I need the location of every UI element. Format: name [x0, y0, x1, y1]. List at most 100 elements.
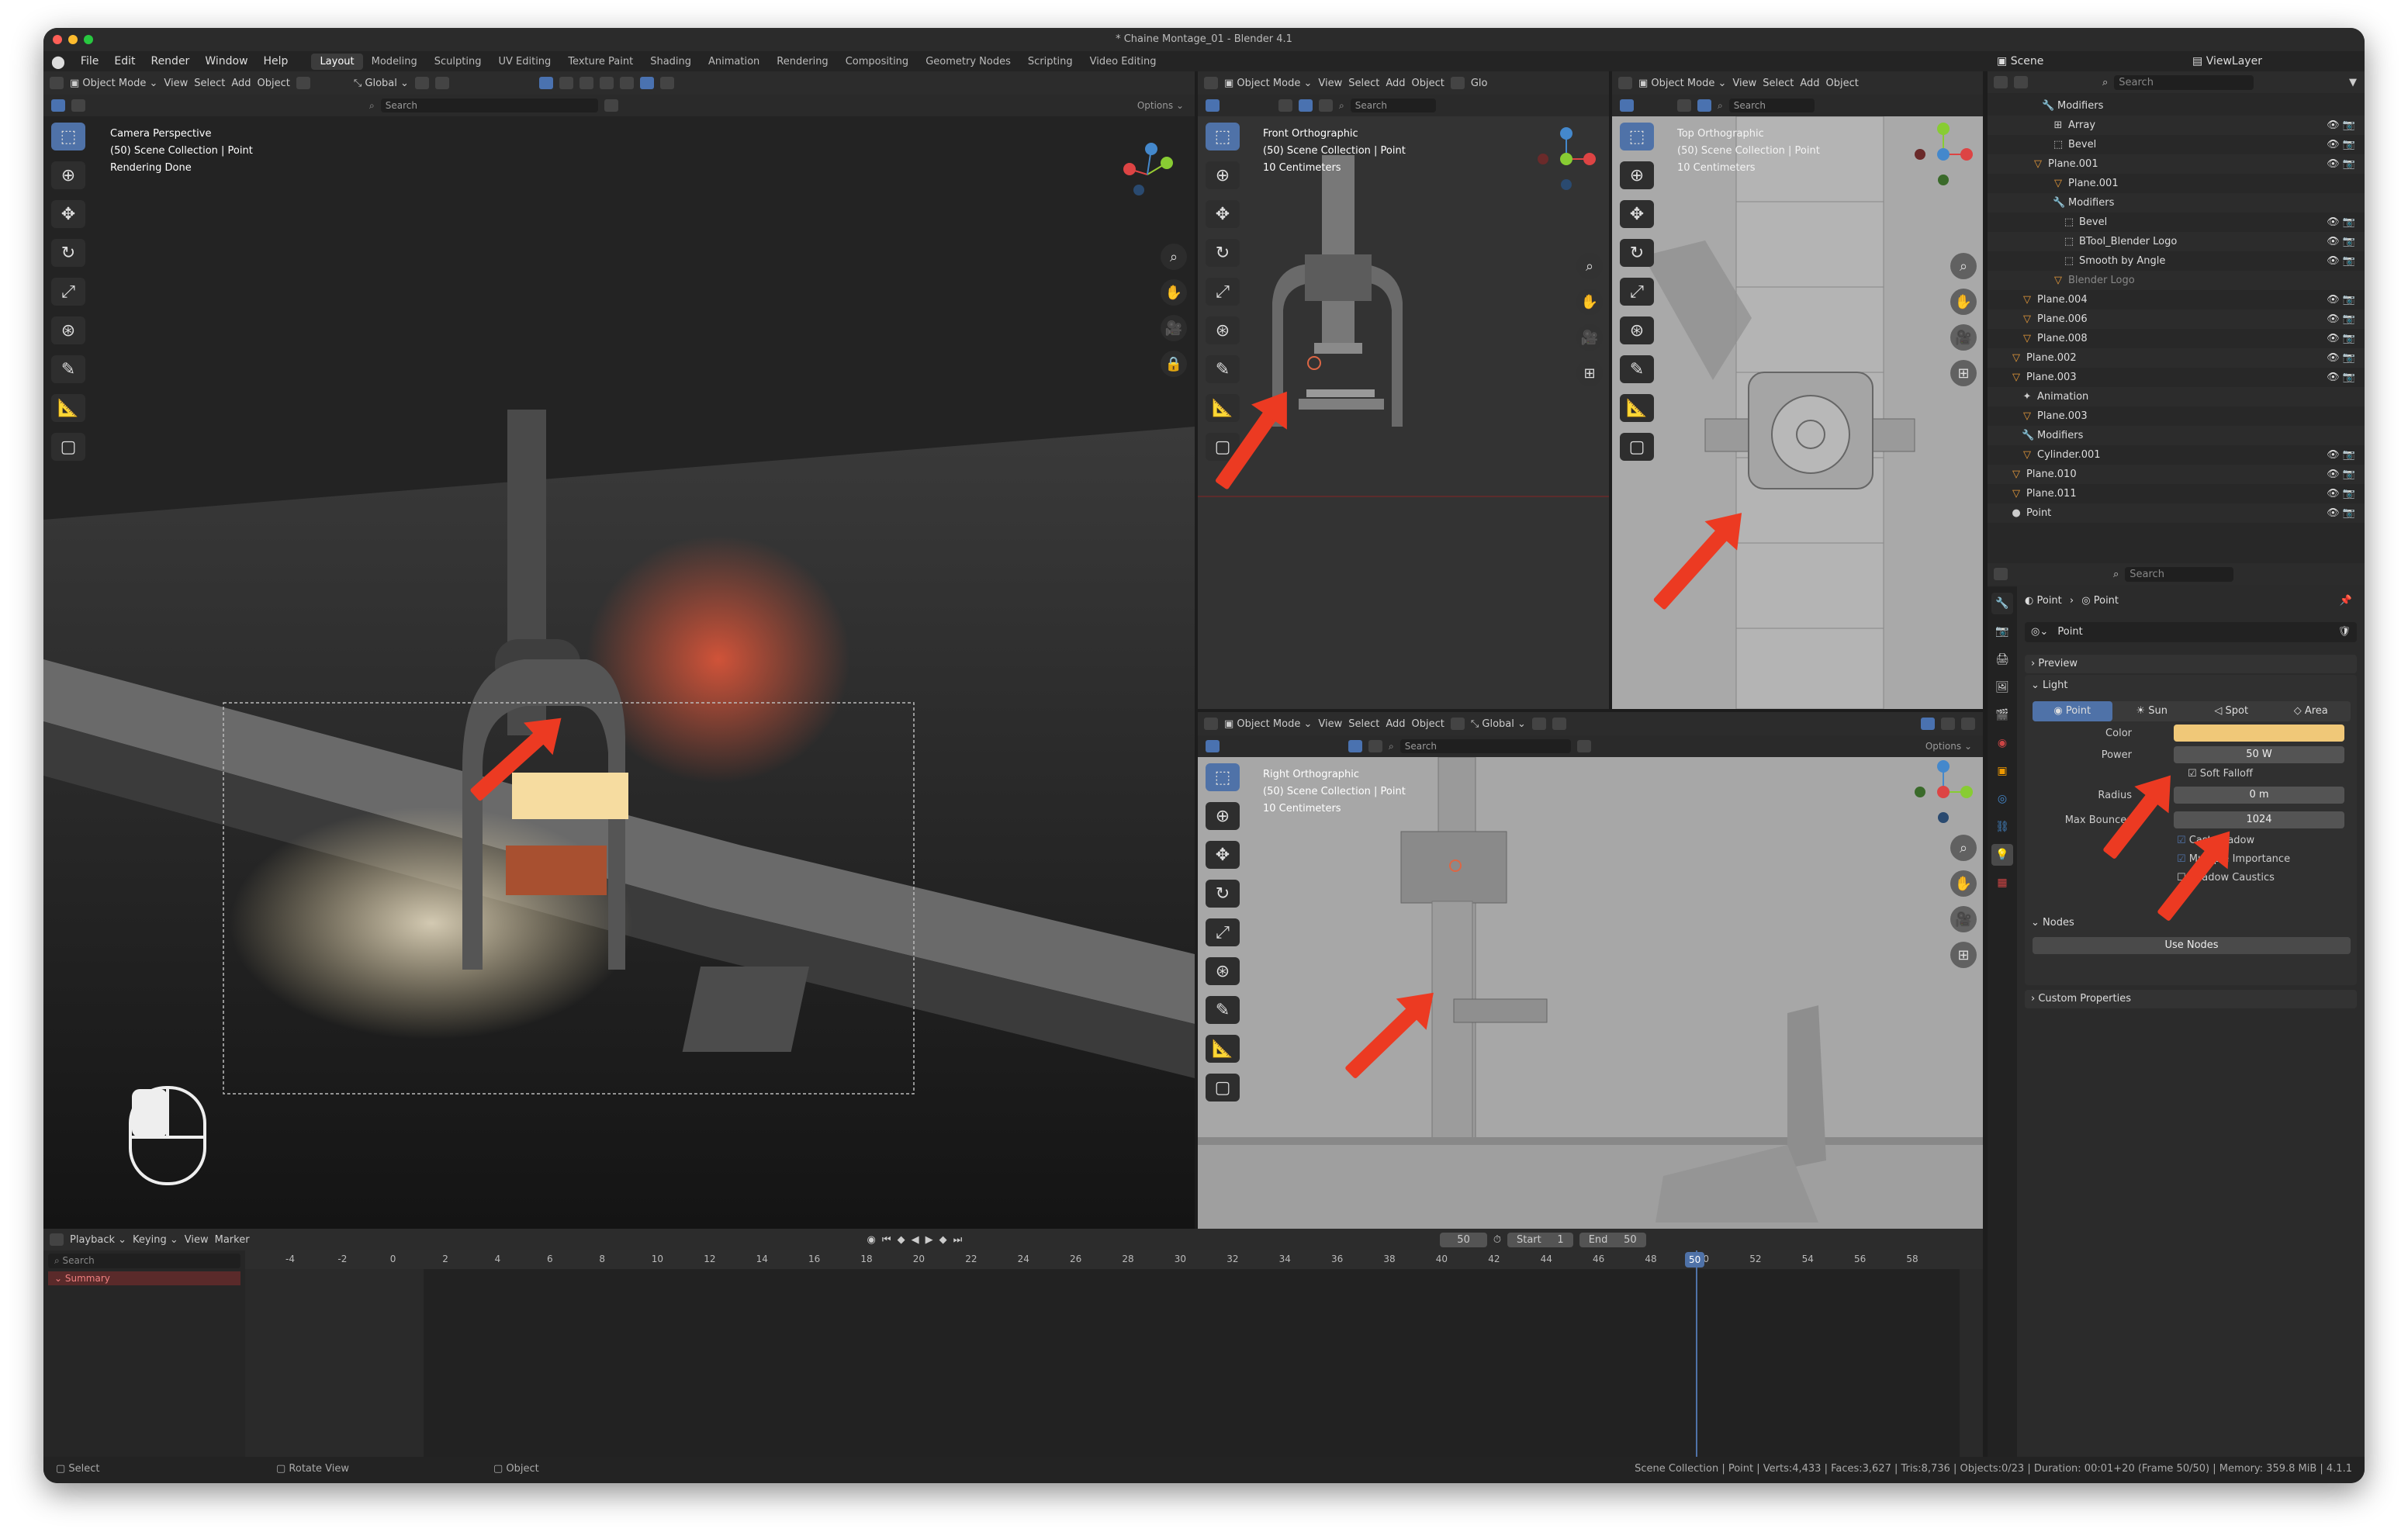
- outliner-search[interactable]: Search: [2114, 74, 2254, 90]
- rotate-tool-icon[interactable]: ↻: [1620, 239, 1654, 267]
- add-menu[interactable]: Add: [1386, 78, 1405, 89]
- gizmo-toggle-icon[interactable]: [538, 77, 553, 89]
- move-tool-icon[interactable]: ✥: [1620, 200, 1654, 228]
- visibility-eye-icon[interactable]: 👁 📷: [2327, 290, 2355, 310]
- custom-properties-header[interactable]: › Custom Properties: [2025, 990, 2357, 1008]
- pan-hand-icon[interactable]: ✋: [1950, 289, 1977, 315]
- options-dropdown[interactable]: Options ⌄: [1925, 741, 1983, 752]
- use-nodes-button[interactable]: Use Nodes: [2033, 937, 2351, 954]
- rotate-tool-icon[interactable]: ↻: [51, 239, 85, 267]
- outliner-item[interactable]: ▽ Plane.002 👁 📷: [1988, 348, 2365, 368]
- gizmo-toggle-icon[interactable]: [1921, 718, 1935, 730]
- ortho-grid-icon[interactable]: ⊞: [1576, 360, 1603, 386]
- select-box-tool-icon[interactable]: ⬚: [51, 123, 85, 150]
- right-viewport-search[interactable]: Search: [1399, 739, 1571, 753]
- orientation-dropdown[interactable]: ⤡ Global ⌄: [1471, 718, 1526, 730]
- object-menu[interactable]: Object: [1826, 78, 1859, 89]
- outliner-item[interactable]: 🔧 Modifiers: [1988, 96, 2365, 116]
- light-datablock-field[interactable]: ◎⌄ Point 🛡: [2025, 622, 2357, 642]
- scene-tab-icon[interactable]: 🎬: [1991, 704, 2013, 726]
- light-panel-header[interactable]: ⌄ Light: [2031, 676, 2068, 695]
- main-viewport-search[interactable]: Search: [380, 99, 598, 112]
- menu-render[interactable]: Render: [143, 55, 197, 67]
- ortho-grid-icon[interactable]: ⊞: [1950, 360, 1977, 386]
- pin-icon[interactable]: 📌: [2340, 591, 2352, 611]
- select-menu[interactable]: Select: [194, 78, 225, 89]
- front-viewport-search[interactable]: Search: [1350, 99, 1436, 112]
- menu-window[interactable]: Window: [197, 55, 255, 67]
- add-cube-tool-icon[interactable]: ▢: [1620, 433, 1654, 461]
- end-frame-field[interactable]: End 50: [1579, 1232, 1646, 1247]
- annotate-tool-icon[interactable]: ✎: [1206, 355, 1240, 383]
- zoom-icon[interactable]: ⌕: [1161, 244, 1187, 270]
- ortho-grid-icon[interactable]: ⊞: [1950, 942, 1977, 968]
- view-menu[interactable]: View: [164, 78, 188, 89]
- select-menu[interactable]: Select: [1348, 78, 1379, 89]
- workspace-tab-texture-paint[interactable]: Texture Paint: [559, 54, 642, 70]
- nodes-panel-header[interactable]: ⌄ Nodes: [2031, 914, 2074, 932]
- proportional-icon[interactable]: [434, 77, 449, 89]
- visibility-eye-icon[interactable]: 👁 📷: [2327, 368, 2355, 387]
- cursor-tool-icon[interactable]: ⊕: [1206, 161, 1240, 189]
- scale-tool-icon[interactable]: ⤢: [51, 278, 85, 306]
- outliner-item[interactable]: ▽ Plane.003 👁 📷: [1988, 368, 2365, 387]
- snap-icon[interactable]: [414, 77, 429, 89]
- transform-tool-icon[interactable]: ⊛: [1206, 316, 1240, 344]
- radius-field[interactable]: 0 m: [2174, 787, 2344, 804]
- soft-falloff-checkbox[interactable]: ☑ Soft Falloff: [2188, 768, 2253, 780]
- zoom-icon[interactable]: ⌕: [1576, 253, 1603, 279]
- transform-tool-icon[interactable]: ⊛: [1206, 957, 1240, 985]
- camera-view-icon[interactable]: 🎥: [1161, 315, 1187, 341]
- pan-hand-icon[interactable]: ✋: [1950, 870, 1977, 897]
- pivot-icon[interactable]: [1450, 718, 1465, 730]
- shading-solid-icon[interactable]: [599, 77, 614, 89]
- workspace-tab-video-editing[interactable]: Video Editing: [1081, 54, 1165, 70]
- workspace-tab-compositing[interactable]: Compositing: [837, 54, 918, 70]
- navigation-gizmo-icon[interactable]: [1908, 119, 1978, 189]
- fake-user-shield-icon[interactable]: 🛡: [2337, 622, 2351, 642]
- navigation-gizmo-icon[interactable]: [1112, 140, 1182, 209]
- pause-render-icon[interactable]: [659, 77, 674, 89]
- options-dropdown[interactable]: Options ⌄: [1137, 100, 1195, 111]
- camera-view-icon[interactable]: 🎥: [1950, 906, 1977, 932]
- constraints-tab-icon[interactable]: ⛓: [1991, 816, 2013, 838]
- visibility-eye-icon[interactable]: 👁 📷: [2327, 329, 2355, 348]
- outliner-item[interactable]: ⬚ BTool_Blender Logo 👁 📷: [1988, 232, 2365, 251]
- add-cube-tool-icon[interactable]: ▢: [51, 433, 85, 461]
- light-type-spot[interactable]: ◁ Spot: [2192, 701, 2271, 721]
- shading-material-icon[interactable]: [1319, 99, 1333, 112]
- light-type-point[interactable]: ◉ Point: [2033, 701, 2112, 721]
- outliner-item[interactable]: ⬚ Bevel 👁 📷: [1988, 135, 2365, 154]
- visibility-eye-icon[interactable]: 👁 📷: [2327, 251, 2355, 271]
- visibility-eye-icon[interactable]: 👁 📷: [2327, 503, 2355, 523]
- world-tab-icon[interactable]: ◉: [1991, 732, 2013, 754]
- scale-tool-icon[interactable]: ⤢: [1206, 278, 1240, 306]
- mode-dropdown[interactable]: ▣ Object Mode ⌄: [70, 78, 157, 89]
- outliner-item[interactable]: ▽ Plane.011 👁 📷: [1988, 484, 2365, 503]
- timeline-search[interactable]: ⌕ Search: [48, 1254, 240, 1268]
- editor-type-icon[interactable]: [1204, 77, 1218, 89]
- transform-tool-icon[interactable]: ⊛: [51, 316, 85, 344]
- pivot-icon[interactable]: [296, 77, 310, 89]
- move-tool-icon[interactable]: ✥: [51, 200, 85, 228]
- proportional-icon[interactable]: [1552, 718, 1566, 730]
- pan-hand-icon[interactable]: ✋: [1161, 279, 1187, 306]
- menu-file[interactable]: File: [73, 55, 106, 67]
- outliner-item[interactable]: ▽ Plane.001: [1988, 174, 2365, 193]
- minimize-window-button[interactable]: [68, 35, 78, 44]
- visibility-eye-icon[interactable]: 👁 📷: [2327, 154, 2355, 174]
- select-box-tool-icon[interactable]: ⬚: [1206, 123, 1240, 150]
- cursor-tool-icon[interactable]: ⊕: [51, 161, 85, 189]
- annotate-tool-icon[interactable]: ✎: [1620, 355, 1654, 383]
- move-tool-icon[interactable]: ✥: [1206, 841, 1240, 869]
- outliner-item[interactable]: ▽ Plane.004 👁 📷: [1988, 290, 2365, 310]
- pan-hand-icon[interactable]: ✋: [1576, 289, 1603, 315]
- jump-keyframe-back-icon[interactable]: ◆: [898, 1234, 905, 1246]
- measure-tool-icon[interactable]: 📐: [1206, 1035, 1240, 1063]
- filter-icon[interactable]: [604, 99, 618, 112]
- outliner-item[interactable]: ▽ Plane.006 👁 📷: [1988, 310, 2365, 329]
- xray-icon[interactable]: [579, 77, 593, 89]
- workspace-tab-rendering[interactable]: Rendering: [768, 54, 836, 70]
- filter-icon[interactable]: ▼: [2349, 77, 2365, 88]
- transform-tool-icon[interactable]: ⊛: [1620, 316, 1654, 344]
